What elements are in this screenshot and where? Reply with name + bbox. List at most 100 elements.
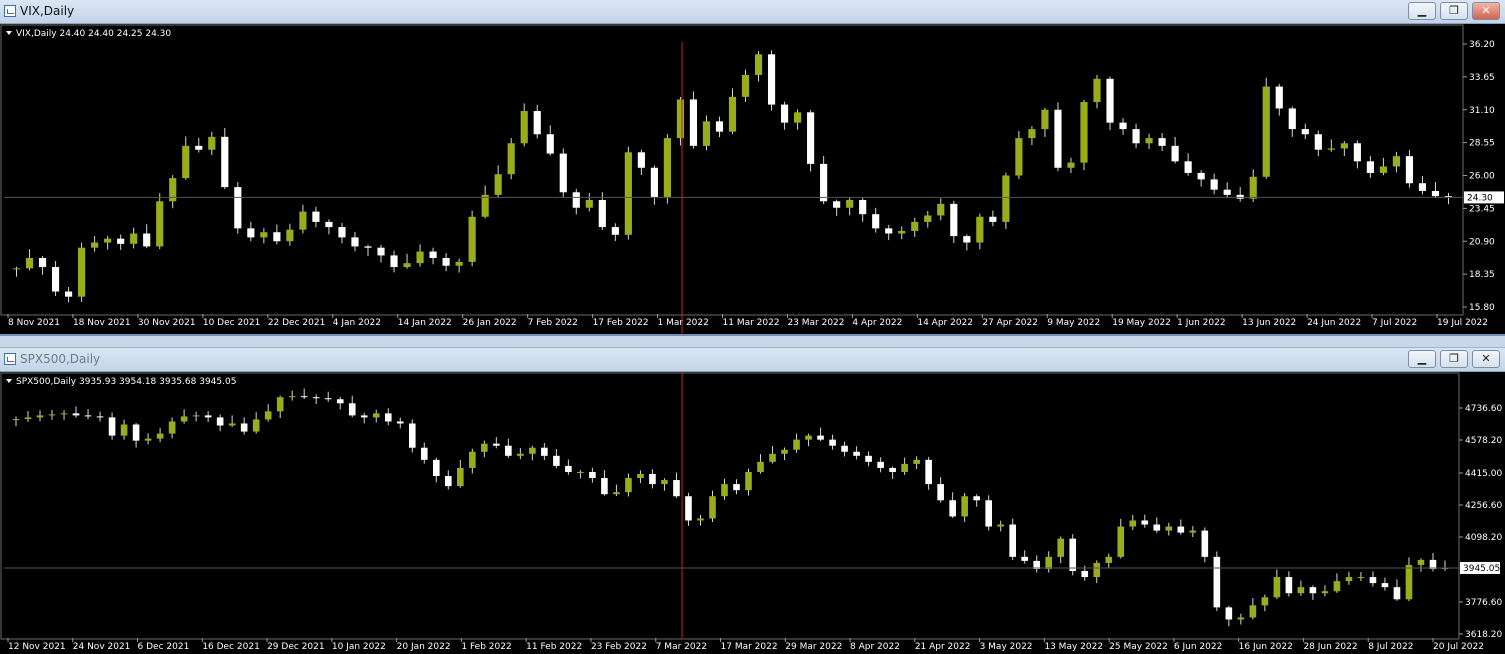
close-icon[interactable]: ✕ bbox=[1472, 2, 1500, 20]
candle-body bbox=[104, 238, 112, 243]
ohlc-info-label: VIX,Daily 24.40 24.40 24.25 24.30 bbox=[16, 29, 171, 39]
candle-body bbox=[360, 415, 368, 418]
restore-icon[interactable]: ❐ bbox=[1440, 350, 1468, 368]
candle-body bbox=[1158, 138, 1166, 146]
candle-body bbox=[685, 496, 692, 521]
candle-body bbox=[950, 203, 958, 237]
candle-body bbox=[216, 417, 224, 426]
candle-body bbox=[1093, 78, 1101, 103]
candle-body bbox=[351, 237, 359, 247]
candle-body bbox=[781, 449, 788, 454]
candle-body bbox=[276, 397, 284, 412]
candle-body bbox=[1045, 556, 1053, 569]
x-tick-label: 1 Jun 2022 bbox=[1177, 318, 1225, 328]
candle-body bbox=[234, 187, 242, 229]
candle-body bbox=[559, 153, 567, 193]
candle-body bbox=[469, 451, 476, 468]
candle-body bbox=[1009, 524, 1016, 557]
candle-body bbox=[885, 228, 893, 234]
spx500-title-bar[interactable]: SPX500,Daily ▁ ❐ ✕ bbox=[0, 348, 1505, 372]
candle-body bbox=[1321, 591, 1329, 594]
candle-body bbox=[221, 136, 229, 188]
candle-body bbox=[1236, 194, 1244, 199]
y-tick-label: 4098.20 bbox=[1465, 533, 1502, 543]
candle-body bbox=[1225, 607, 1233, 620]
candle-body bbox=[1237, 617, 1245, 620]
x-tick-label: 16 Jun 2022 bbox=[1239, 642, 1293, 652]
candle-body bbox=[120, 424, 128, 436]
candle-body bbox=[273, 232, 281, 242]
y-tick-label: 18.35 bbox=[1469, 270, 1495, 280]
x-tick-label: 21 Apr 2022 bbox=[915, 642, 971, 652]
candle-body bbox=[91, 242, 99, 248]
minimize-icon[interactable]: ▁ bbox=[1408, 350, 1436, 368]
candle-body bbox=[445, 476, 452, 487]
minimize-icon[interactable]: ▁ bbox=[1408, 2, 1436, 20]
candle-body bbox=[1201, 530, 1209, 557]
vix-title-bar[interactable]: VIX,Daily ▁ ❐ ✕ bbox=[0, 0, 1505, 24]
candle-body bbox=[624, 152, 632, 235]
candle-body bbox=[745, 471, 752, 491]
candle-body bbox=[898, 230, 906, 234]
x-tick-label: 29 Dec 2021 bbox=[267, 642, 325, 652]
close-icon[interactable]: ✕ bbox=[1472, 350, 1500, 368]
candle-body bbox=[872, 214, 880, 229]
candle-body bbox=[1069, 538, 1077, 571]
x-tick-label: 10 Jan 2022 bbox=[332, 642, 386, 652]
candle-body bbox=[841, 445, 848, 452]
candle-body bbox=[372, 413, 380, 418]
candle-body bbox=[728, 96, 737, 132]
candle-body bbox=[1309, 587, 1317, 594]
candle-body bbox=[1093, 562, 1101, 578]
x-tick-label: 10 Dec 2021 bbox=[203, 318, 261, 328]
restore-icon[interactable]: ❐ bbox=[1440, 2, 1468, 20]
candle-body bbox=[889, 467, 896, 472]
candle-body bbox=[1369, 577, 1377, 584]
candle-body bbox=[144, 438, 152, 441]
x-tick-label: 22 Dec 2021 bbox=[268, 318, 326, 328]
candle-body bbox=[780, 104, 789, 123]
candle-body bbox=[877, 461, 884, 468]
candle-body bbox=[24, 417, 32, 420]
candle-body bbox=[168, 421, 176, 434]
candle-body bbox=[25, 258, 34, 269]
x-tick-label: 12 Nov 2021 bbox=[8, 642, 66, 652]
x-tick-label: 25 May 2022 bbox=[1109, 642, 1168, 652]
x-tick-label: 11 Feb 2022 bbox=[526, 642, 582, 652]
x-tick-label: 20 Jul 2022 bbox=[1433, 642, 1484, 652]
candle-body bbox=[1405, 156, 1414, 184]
x-tick-label: 6 Dec 2021 bbox=[138, 642, 190, 652]
candle-body bbox=[192, 415, 200, 417]
x-tick-label: 4 Apr 2022 bbox=[852, 318, 902, 328]
vix-plot-area[interactable]: 36.20 33.65 31.10 28.55 26.00 23.45 20.90 18.35… bbox=[0, 24, 1505, 334]
candle-body bbox=[937, 203, 945, 216]
x-tick-label: 1 Mar 2022 bbox=[658, 318, 709, 328]
y-tick-label: 3618.20 bbox=[1465, 630, 1502, 640]
dropdown-triangle-icon bbox=[6, 31, 12, 35]
candle-body bbox=[1327, 148, 1335, 150]
candle-body bbox=[1288, 108, 1296, 130]
candle-body bbox=[925, 459, 932, 485]
candle-body bbox=[663, 138, 671, 198]
candle-body bbox=[757, 461, 764, 472]
candle-body bbox=[390, 255, 398, 268]
candle-body bbox=[38, 258, 47, 268]
chart-window-icon bbox=[4, 5, 16, 17]
spx500-plot-area[interactable]: 4736.60 4578.20 4415.00 4256.60 4098.20 3776.… bbox=[0, 372, 1505, 654]
candle-body bbox=[12, 268, 21, 270]
candle-body bbox=[1392, 156, 1400, 167]
x-tick-label: 3 May 2022 bbox=[980, 642, 1033, 652]
candle-body bbox=[613, 492, 620, 495]
candle-body bbox=[520, 111, 528, 144]
candle-body bbox=[637, 473, 644, 479]
candle-body bbox=[260, 232, 268, 238]
dropdown-triangle-icon bbox=[6, 379, 12, 383]
candle-body bbox=[252, 419, 260, 432]
candle-body bbox=[1129, 520, 1137, 527]
candle-body bbox=[468, 216, 476, 262]
candle-body bbox=[72, 413, 80, 416]
candle-body bbox=[1275, 86, 1283, 109]
x-tick-label: 1 Feb 2022 bbox=[461, 642, 511, 652]
candle-body bbox=[384, 413, 392, 422]
plot-border bbox=[0, 372, 1460, 640]
